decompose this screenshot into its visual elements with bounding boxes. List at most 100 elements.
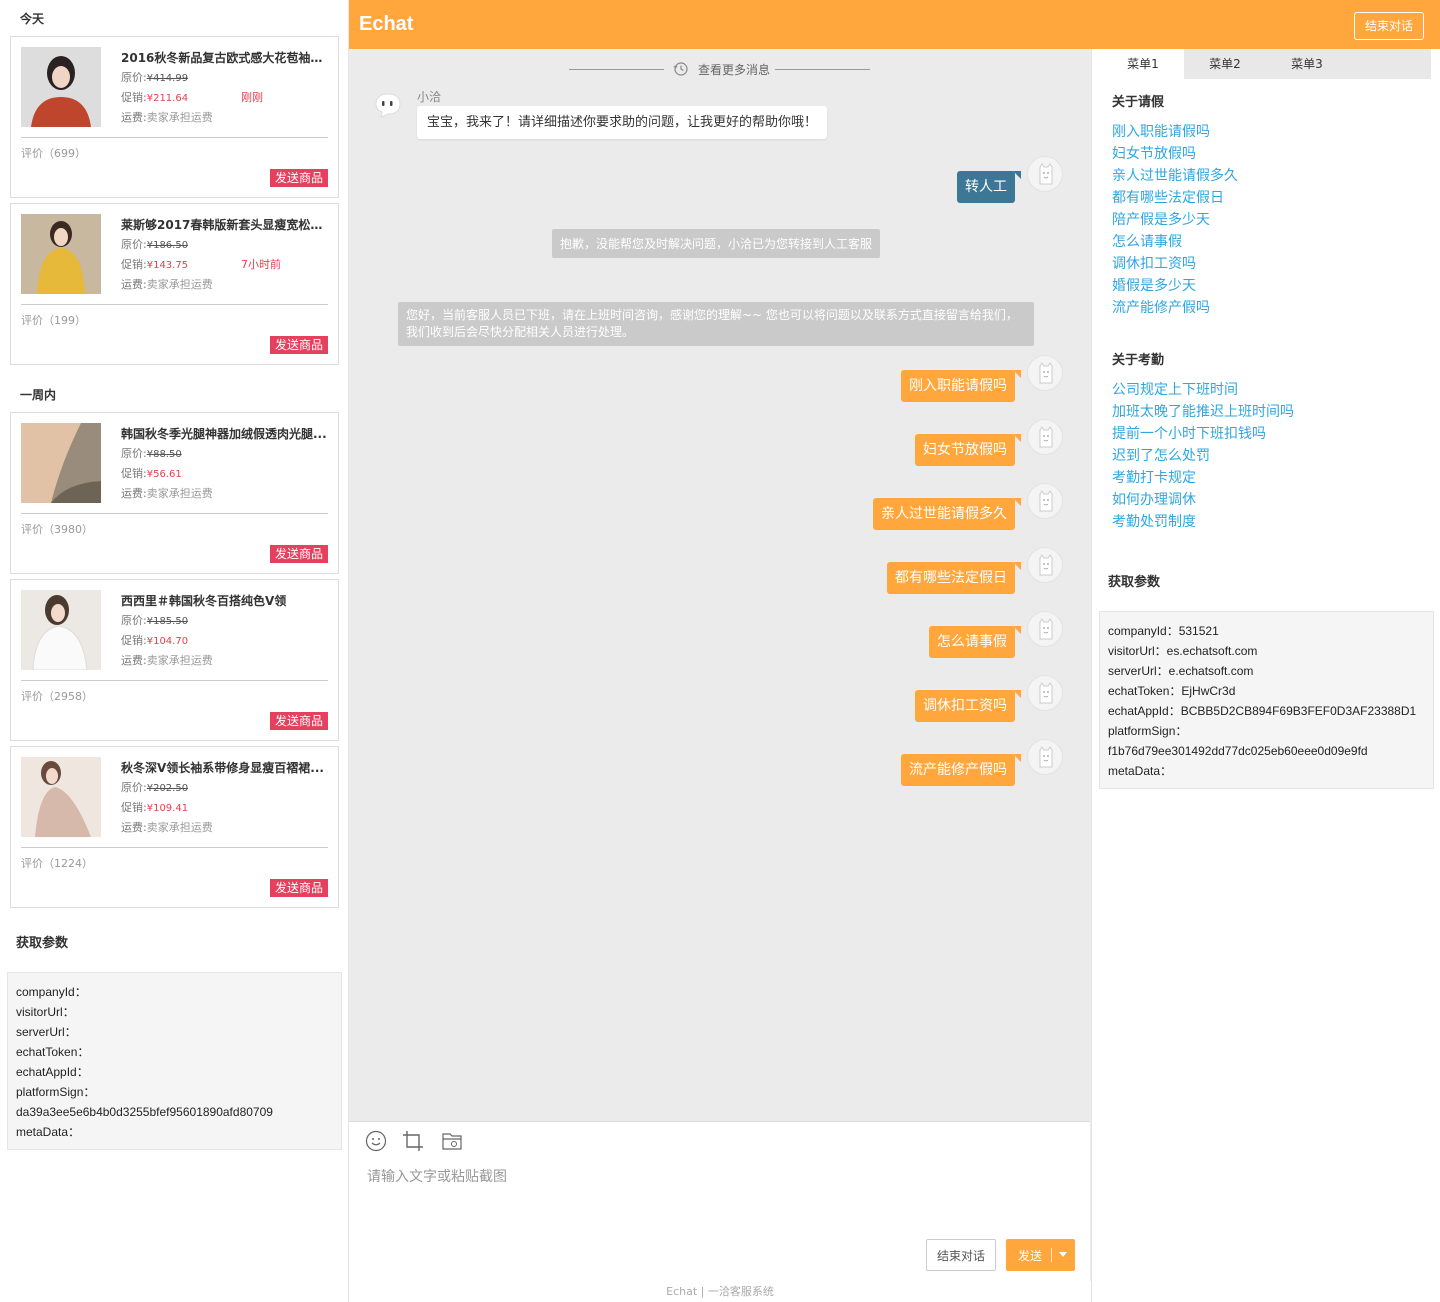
- original-price: ¥185.50: [146, 616, 189, 627]
- load-more-messages[interactable]: 查看更多消息: [569, 60, 870, 78]
- param-line: metaData：: [1108, 764, 1173, 778]
- faq-link[interactable]: 陪产假是多少天: [1112, 209, 1210, 229]
- faq-link[interactable]: 考勤打卡规定: [1112, 467, 1196, 487]
- smiley-icon[interactable]: [365, 1130, 387, 1152]
- send-product-button[interactable]: 发送商品: [269, 336, 328, 354]
- send-product-button[interactable]: 发送商品: [269, 545, 328, 563]
- agent-message: 宝宝，我来了！请详细描述你要求助的问题，让我更好的帮助你哦！: [417, 106, 828, 139]
- user-message: 调休扣工资吗: [915, 690, 1021, 722]
- faq-link[interactable]: 考勤处罚制度: [1112, 511, 1196, 531]
- divider: [775, 69, 870, 70]
- faq-link[interactable]: 公司规定上下班时间: [1112, 379, 1238, 399]
- user-message: 转人工: [957, 171, 1021, 203]
- user-avatar-icon: [1027, 611, 1063, 647]
- product-name[interactable]: 秋冬深V领长袖系带修身显瘦百褶裙...: [121, 759, 331, 776]
- params-title: 获取参数: [1108, 575, 1161, 590]
- faq-link[interactable]: 亲人过世能请假多久: [1112, 165, 1238, 185]
- folder-icon[interactable]: [441, 1130, 463, 1152]
- send-product-button[interactable]: 发送商品: [269, 712, 328, 730]
- crop-icon[interactable]: [402, 1130, 424, 1152]
- product-review-count: 评价（199）: [21, 314, 86, 327]
- shipping-text: 卖家承担运费: [146, 821, 213, 834]
- product-image: [21, 47, 101, 127]
- end-chat-button[interactable]: 结束对话: [926, 1239, 996, 1271]
- product-name[interactable]: 韩国秋冬季光腿神器加绒假透肉光腿...: [121, 425, 331, 442]
- faq-link[interactable]: 调休扣工资吗: [1112, 253, 1196, 273]
- product-name[interactable]: 2016秋冬新品复古欧式感大花苞袖宽...: [121, 49, 331, 66]
- product-card: 2016秋冬新品复古欧式感大花苞袖宽... 原价:¥414.99 促销:¥211…: [10, 36, 339, 198]
- user-avatar-icon: [1027, 156, 1063, 192]
- send-product-button[interactable]: 发送商品: [269, 169, 328, 187]
- original-price: ¥186.50: [146, 240, 189, 251]
- product-name[interactable]: 西西里＃韩国秋冬百搭纯色V领: [121, 592, 331, 609]
- param-line: da39a3ee5e6b4b0d3255bfef95601890afd80709: [16, 1105, 273, 1119]
- faq-link[interactable]: 妇女节放假吗: [1112, 143, 1196, 163]
- faq-link[interactable]: 婚假是多少天: [1112, 275, 1196, 295]
- user-message: 流产能修产假吗: [901, 754, 1021, 786]
- send-button[interactable]: 发送: [1006, 1239, 1075, 1271]
- agent-avatar-icon: [373, 92, 403, 118]
- product-card: 西西里＃韩国秋冬百搭纯色V领 原价:¥185.50 促销:¥104.70 运费:…: [10, 579, 339, 741]
- param-line: visitorUrl：: [16, 1005, 75, 1019]
- product-name[interactable]: 莱斯够2017春韩版新套头显瘦宽松V领...: [121, 216, 331, 233]
- divider: [21, 513, 328, 514]
- product-card: 莱斯够2017春韩版新套头显瘦宽松V领... 原价:¥186.50 促销:¥14…: [10, 203, 339, 365]
- faq-link[interactable]: 怎么请事假: [1112, 231, 1182, 251]
- divider: [1051, 1248, 1052, 1262]
- param-line: echatAppId：: [16, 1065, 89, 1079]
- agent-name: 小洽: [417, 90, 442, 104]
- original-price: ¥88.50: [146, 449, 182, 460]
- param-line: visitorUrl：es.echatsoft.com: [1108, 644, 1258, 658]
- tab-bar: 菜单1 菜单2 菜单3: [1102, 49, 1431, 79]
- user-message: 都有哪些法定假日: [887, 562, 1021, 594]
- send-product-button[interactable]: 发送商品: [269, 879, 328, 897]
- params-box: companyId： visitorUrl： serverUrl： echatT…: [7, 972, 342, 1150]
- param-line: companyId：531521: [1108, 624, 1219, 638]
- divider: [21, 680, 328, 681]
- end-chat-button[interactable]: 结束对话: [1353, 12, 1424, 40]
- param-line: echatAppId：BCBB5D2CB894F69B3FEF0D3AF2338…: [1108, 704, 1417, 718]
- faq-link[interactable]: 都有哪些法定假日: [1112, 187, 1224, 207]
- faq-link[interactable]: 迟到了怎么处罚: [1112, 445, 1210, 465]
- section-title-today: 今天: [20, 12, 45, 26]
- send-label: 发送: [1018, 1249, 1043, 1263]
- faq-link[interactable]: 提前一个小时下班扣钱吗: [1112, 423, 1266, 443]
- section-title-week: 一周内: [20, 388, 57, 402]
- caret-down-icon[interactable]: [1059, 1252, 1067, 1257]
- original-price-label: 原价:: [121, 71, 147, 84]
- promo-price-label: 促销:: [121, 258, 147, 271]
- tab-menu3[interactable]: 菜单3: [1266, 49, 1348, 79]
- product-image: [21, 757, 101, 837]
- divider: [21, 847, 328, 848]
- divider: [21, 137, 328, 138]
- product-panel: 今天 2016秋冬新品复古欧式感大花苞袖宽... 原价:¥414.99 促销:¥…: [0, 0, 349, 1302]
- product-time: 7小时前: [241, 258, 281, 271]
- faq-link[interactable]: 加班太晚了能推迟上班时间吗: [1112, 401, 1294, 421]
- promo-price: ¥143.75: [146, 260, 189, 271]
- echat-logo: Echat: [359, 13, 414, 35]
- load-more-label: 查看更多消息: [698, 63, 771, 77]
- param-line: companyId：: [16, 985, 87, 999]
- product-card: 韩国秋冬季光腿神器加绒假透肉光腿... 原价:¥88.50 促销:¥56.61 …: [10, 412, 339, 574]
- shipping-label: 运费:: [121, 654, 147, 667]
- user-avatar-icon: [1027, 675, 1063, 711]
- shipping-label: 运费:: [121, 821, 147, 834]
- param-line: f1b76d79ee301492dd77dc025eb60eee0d09e9fd: [1108, 744, 1368, 758]
- param-line: echatToken：EjHwCr3d: [1108, 684, 1236, 698]
- message-input[interactable]: [367, 1166, 1067, 1226]
- faq-link[interactable]: 如何办理调休: [1112, 489, 1196, 509]
- shipping-label: 运费:: [121, 111, 147, 124]
- product-review-count: 评价（2958）: [21, 690, 93, 703]
- product-time: 刚刚: [241, 91, 263, 104]
- tab-menu1[interactable]: 菜单1: [1102, 49, 1184, 79]
- tab-menu2[interactable]: 菜单2: [1184, 49, 1266, 79]
- product-review-count: 评价（1224）: [21, 857, 93, 870]
- faq-link[interactable]: 刚入职能请假吗: [1112, 121, 1210, 141]
- original-price-label: 原价:: [121, 614, 147, 627]
- user-message: 怎么请事假: [929, 626, 1021, 658]
- app-header: Echat 结束对话: [349, 0, 1440, 49]
- faq-panel: 菜单1 菜单2 菜单3 关于请假 刚入职能请假吗 妇女节放假吗 亲人过世能请假多…: [1091, 49, 1440, 1302]
- param-line: serverUrl：e.echatsoft.com: [1108, 664, 1254, 678]
- user-avatar-icon: [1027, 739, 1063, 775]
- faq-link[interactable]: 流产能修产假吗: [1112, 297, 1210, 317]
